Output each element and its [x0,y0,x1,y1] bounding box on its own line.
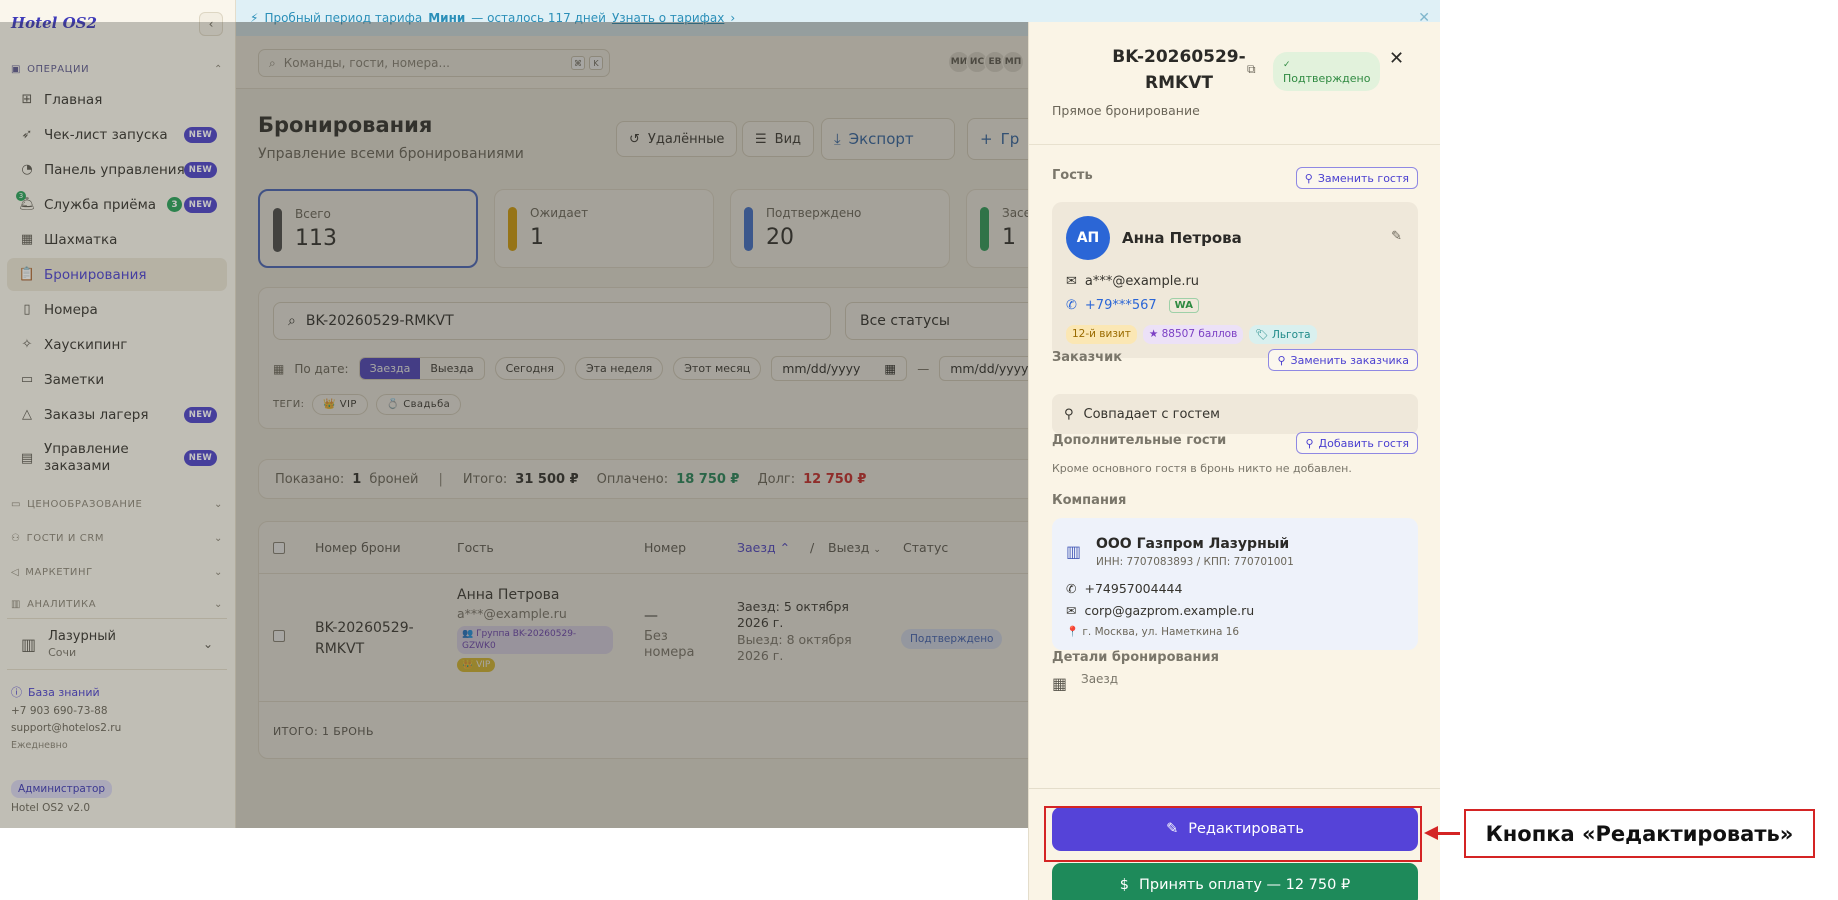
phone-icon: ✆ [1066,581,1077,596]
user-icon: ⚲ [1064,406,1074,422]
status-label: Подтверждено [1283,72,1371,85]
guest-phone[interactable]: ✆ +79***567 WA [1066,298,1199,313]
extra-guests-note: Кроме основного гостя в бронь никто не д… [1052,462,1352,475]
replace-guest-button[interactable]: ⚲ Заменить гостя [1295,167,1418,189]
user-icon: ⚲ [1304,171,1313,185]
company-address: 📍 г. Москва, ул. Наметкина 16 [1066,626,1240,638]
drawer-title-line2: RMKVT [1145,73,1213,93]
dollar-icon: $ [1119,877,1130,893]
user-icon: ⚲ [1277,353,1286,367]
company-section-title: Компания [1052,493,1127,508]
add-guest-label: Добавить гостя [1318,436,1409,450]
whatsapp-badge[interactable]: WA [1168,298,1199,313]
company-phone-value: +74957004444 [1084,581,1183,596]
replace-customer-label: Заменить заказчика [1290,353,1409,367]
user-plus-icon: ⚲ [1305,436,1314,450]
drawer-title-line1: BK-20260529- [1112,47,1246,67]
callout-label: Кнопка «Редактировать» [1464,809,1815,858]
copy-icon[interactable]: ⧉ [1247,62,1256,77]
details-section-title: Детали бронирования [1052,650,1219,665]
customer-section-title: Заказчик [1052,350,1123,365]
phone-icon: ✆ [1066,298,1077,313]
checkin-label: Заезд [1081,672,1119,686]
extra-guests-section-title: Дополнительные гости [1052,433,1227,448]
guest-card: АП Анна Петрова ✎ ✉ a***@example.ru ✆ +79*… [1052,202,1418,358]
company-email-value: corp@gazprom.example.ru [1084,603,1255,618]
loyalty-points-tag: ★ 88507 баллов [1142,325,1244,344]
company-phone: ✆ +74957004444 [1066,581,1182,596]
arrow-head [1424,826,1438,840]
check-circle-icon: ✓ [1283,60,1291,70]
status-badge: ✓ Подтверждено [1273,52,1381,91]
replace-customer-button[interactable]: ⚲ Заменить заказчика [1268,349,1418,371]
guest-section-title: Гость [1052,168,1093,183]
guest-phone-value: +79***567 [1084,298,1157,313]
booking-source: Прямое бронирование [1052,103,1200,118]
close-icon[interactable]: ✕ [1389,48,1404,69]
mail-icon: ✉ [1066,274,1077,289]
divider [1029,144,1440,145]
accept-payment-label: Принять оплату — 12 750 ₽ [1139,877,1351,893]
customer-card: ⚲ Совпадает с гостем [1052,394,1418,434]
arrow-line [1438,832,1460,835]
mail-icon: ✉ [1066,603,1077,618]
benefit-tag: 🏷 Льгота [1249,325,1317,344]
add-guest-button[interactable]: ⚲ Добавить гостя [1296,432,1418,454]
company-email: ✉ corp@gazprom.example.ru [1066,603,1254,618]
booking-details-drawer: BK-20260529- RMKVT ⧉ ✓ Подтверждено ✕ Прям… [1028,22,1440,900]
guest-email: ✉ a***@example.ru [1066,274,1199,289]
modal-backdrop-sidebar[interactable] [0,22,236,828]
visit-count-tag: 12-й визит [1066,325,1137,344]
building-icon: ▥ [1066,542,1082,561]
customer-same-label: Совпадает с гостем [1083,406,1220,422]
replace-guest-label: Заменить гостя [1317,171,1409,185]
calendar-icon: ▦ [1052,674,1068,693]
accept-payment-button[interactable]: $ Принять оплату — 12 750 ₽ [1052,863,1418,900]
guest-tags: 12-й визит ★ 88507 баллов 🏷 Льгота [1066,325,1317,344]
company-card: ▥ ООО Газпром Лазурный ИНН: 7707083893 /… [1052,518,1418,650]
guest-email-value: a***@example.ru [1084,274,1200,289]
edit-icon[interactable]: ✎ [1391,229,1402,244]
company-ids: ИНН: 7707083893 / КПП: 770701001 [1096,556,1294,568]
highlight-box [1044,806,1422,862]
company-name: ООО Газпром Лазурный [1096,536,1290,552]
guest-name: Анна Петрова [1122,229,1242,247]
avatar: АП [1066,216,1110,260]
